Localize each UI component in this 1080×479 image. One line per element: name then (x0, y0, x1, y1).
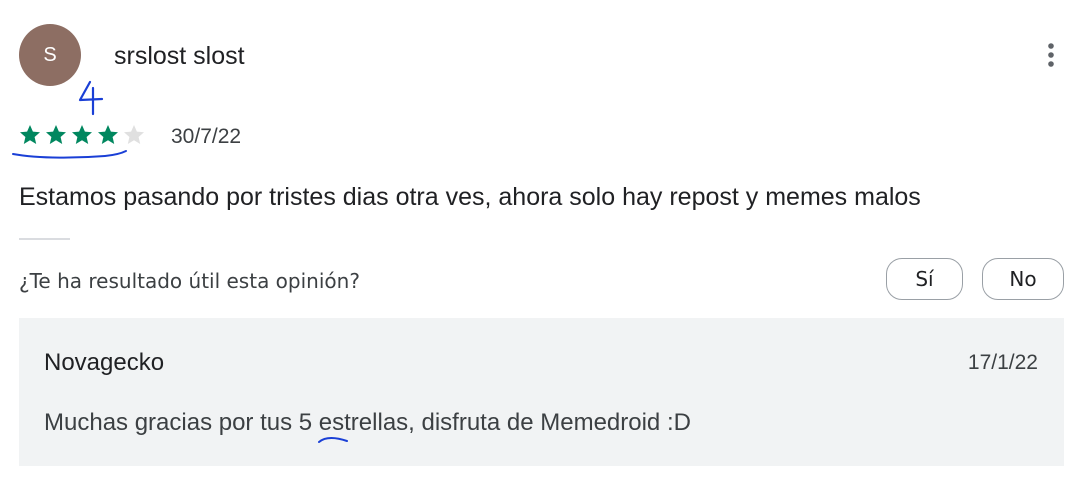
handwritten-underline-five-annotation (318, 437, 348, 443)
star-rating (18, 123, 146, 147)
review-author-name: srslost slost (114, 42, 245, 70)
more-vert-icon (1048, 43, 1054, 67)
helpful-no-button[interactable]: No (982, 258, 1064, 300)
handwritten-underline-annotation (12, 150, 127, 159)
star-filled-icon (72, 125, 92, 144)
divider (19, 238, 70, 240)
star-filled-icon (98, 125, 118, 144)
more-options-button[interactable] (1036, 38, 1066, 72)
avatar-initial: S (43, 43, 57, 66)
reply-text: Muchas gracias por tus 5 estrellas, disf… (44, 409, 691, 436)
avatar: S (19, 24, 81, 86)
reply-date: 17/1/22 (967, 351, 1038, 374)
helpful-question: ¿Te ha resultado útil esta opinión? (19, 269, 360, 293)
developer-reply: Novagecko 17/1/22 Muchas gracias por tus… (19, 318, 1064, 466)
reply-author: Novagecko (44, 349, 165, 376)
handwritten-four-annotation (78, 80, 104, 116)
star-filled-icon (46, 125, 66, 144)
helpful-yes-button[interactable]: Sí (886, 258, 963, 300)
review-text: Estamos pasando por tristes dias otra ve… (19, 183, 921, 211)
star-empty-icon (124, 125, 144, 144)
review-date: 30/7/22 (171, 125, 242, 148)
star-filled-icon (20, 125, 40, 144)
